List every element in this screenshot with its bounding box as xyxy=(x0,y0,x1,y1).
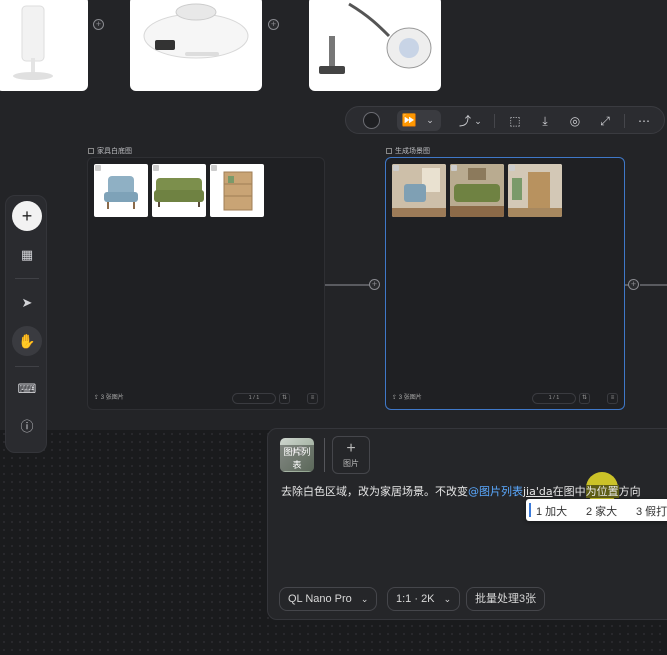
pager[interactable]: 1 / 1 xyxy=(232,393,276,404)
image-list-icon xyxy=(88,148,94,154)
add-icon[interactable]: + xyxy=(12,201,42,231)
composer-divider xyxy=(324,438,325,472)
chevron-down-icon[interactable]: ⌄ xyxy=(421,110,439,130)
thumb-badge xyxy=(153,165,159,171)
curve-icon[interactable]: ⤴ xyxy=(456,111,474,131)
list-icon[interactable]: ≡ xyxy=(307,393,318,404)
node-toolbar: ⏩ ⌄ ⤴ ⌄ ⬚ ⤓ ◎ ⤢ ⋯ xyxy=(345,106,665,134)
thumb-badge xyxy=(211,165,217,171)
ime-candidate-popup: 1 加大 2 家大 3 假打 xyxy=(526,499,667,521)
panel-title-scene: 生成场景图 xyxy=(386,146,430,156)
add-image-button[interactable]: + 图片 xyxy=(332,436,370,474)
selected-text: 为位置 xyxy=(585,485,619,498)
prompt-input[interactable]: 去除白色区域，改为家居场景。不改变@图片列表jia'da在图中为位置方向 xyxy=(281,483,641,499)
help-icon[interactable]: ⓘ xyxy=(12,412,42,442)
thumb-badge xyxy=(95,165,101,171)
batch-process-button[interactable]: 批量处理3张 xyxy=(466,587,546,611)
prompt-composer: +3 图片列表 + 图片 去除白色区域，改为家居场景。不改变@图片列表jia'd… xyxy=(267,428,667,620)
furniture-thumb-sofa[interactable] xyxy=(152,164,206,217)
toolbar-divider xyxy=(494,114,495,128)
image-count: 3 张图片 xyxy=(398,395,422,401)
scene-thumb-chair[interactable] xyxy=(392,164,446,217)
fast-forward-icon[interactable]: ⏩ xyxy=(400,110,418,130)
left-tool-rail: + ▦ ➤ ✋ ⌨ ⓘ xyxy=(5,195,47,453)
panel-footer: ⇪ 3 张图片 1 / 1 ⇅ ≡ xyxy=(94,391,318,405)
run-group[interactable]: ⏩ ⌄ xyxy=(397,110,441,131)
scene-thumb-cabinet[interactable] xyxy=(508,164,562,217)
rail-divider xyxy=(15,366,39,367)
ratio-select[interactable]: 1:1 · 2K ⌄ xyxy=(387,587,461,611)
connector-add-icon[interactable]: + xyxy=(369,279,380,290)
ime-selection-bar xyxy=(529,503,531,517)
expand-icon[interactable]: ⤢ xyxy=(596,111,614,131)
toolbar-divider xyxy=(624,114,625,128)
ime-candidate[interactable]: 3 假打 xyxy=(636,503,667,519)
rail-divider xyxy=(15,278,39,279)
image-count: 3 张图片 xyxy=(100,395,124,401)
thumb-badge xyxy=(393,165,399,171)
chevron-down-icon[interactable]: ⌄ xyxy=(473,111,483,131)
workflow-canvas[interactable]: + + ⏩ ⌄ ⤴ ⌄ ⬚ ⤓ ◎ ⤢ ⋯ 家具白底图 ⇪ 3 张图片 1 / … xyxy=(0,0,667,430)
chevron-down-icon: ⌄ xyxy=(360,594,369,604)
image-list-icon xyxy=(386,148,392,154)
product-robot-vacuum-image[interactable] xyxy=(130,0,262,91)
download-icon[interactable]: ⤓ xyxy=(536,111,554,131)
thumb-badge xyxy=(509,165,515,171)
keyboard-icon[interactable]: ⌨ xyxy=(12,374,42,404)
upload-icon[interactable]: ⇪ xyxy=(94,395,99,401)
image-list-reference[interactable]: +3 图片列表 xyxy=(280,438,314,472)
ime-composing-text: jia'da xyxy=(523,485,553,498)
upload-icon[interactable]: ⇪ xyxy=(392,395,397,401)
furniture-thumb-chair[interactable] xyxy=(94,164,148,217)
scene-thumb-sofa[interactable] xyxy=(450,164,504,217)
node-connection xyxy=(325,284,370,286)
plus-icon: + xyxy=(346,440,356,457)
product-canister-vacuum-image[interactable] xyxy=(309,0,441,91)
model-select[interactable]: QL Nano Pro ⌄ xyxy=(279,587,378,611)
more-icon[interactable]: ⋯ xyxy=(634,111,654,131)
node-connection xyxy=(640,284,667,286)
hand-icon[interactable]: ✋ xyxy=(12,326,42,356)
panel-footer: ⇪ 3 张图片 1 / 1 ⇅ ≡ xyxy=(392,391,618,405)
panel-title-furniture: 家具白底图 xyxy=(88,146,132,156)
ime-candidate[interactable]: 1 加大 xyxy=(536,503,567,519)
connector-add-icon[interactable]: + xyxy=(93,19,104,30)
image-list-mention[interactable]: @图片列表 xyxy=(468,485,523,498)
focus-icon[interactable]: ◎ xyxy=(566,111,584,131)
pointer-icon[interactable]: ➤ xyxy=(12,288,42,318)
furniture-white-bg-panel[interactable]: ⇪ 3 张图片 1 / 1 ⇅ ≡ xyxy=(87,157,325,410)
generated-scene-panel[interactable]: ⇪ 3 张图片 1 / 1 ⇅ ≡ xyxy=(385,157,625,410)
ime-candidate[interactable]: 2 家大 xyxy=(586,503,617,519)
crop-icon[interactable]: ⬚ xyxy=(506,111,524,131)
pager[interactable]: 1 / 1 xyxy=(532,393,576,404)
connector-add-icon[interactable]: + xyxy=(268,19,279,30)
swap-icon[interactable]: ⇅ xyxy=(279,393,290,404)
circle-swatch-icon[interactable] xyxy=(363,112,380,129)
grid-icon[interactable]: ▦ xyxy=(12,240,42,270)
connector-add-icon[interactable]: + xyxy=(628,279,639,290)
furniture-thumb-cabinet[interactable] xyxy=(210,164,264,217)
thumb-badge xyxy=(451,165,457,171)
product-fan-image[interactable] xyxy=(0,0,88,91)
chevron-down-icon: ⌄ xyxy=(443,594,452,604)
swap-icon[interactable]: ⇅ xyxy=(579,393,590,404)
list-icon[interactable]: ≡ xyxy=(607,393,618,404)
